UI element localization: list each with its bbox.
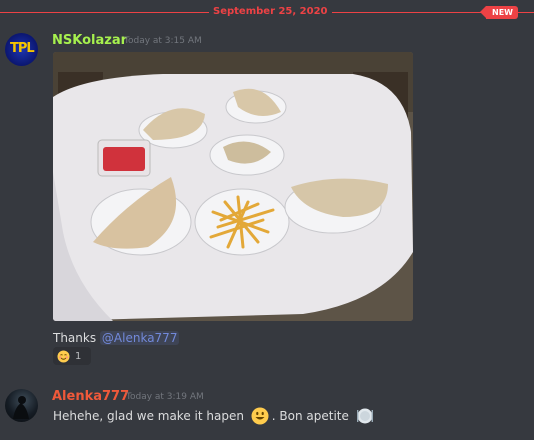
- message-text: Hehehe, glad we make it hapen . Bon apet…: [53, 407, 377, 425]
- avatar-image: [13, 396, 29, 419]
- message-text-prefix: Thanks: [53, 331, 100, 345]
- reaction-button[interactable]: 1: [53, 347, 91, 365]
- message-timestamp: Today at 3:15 AM: [124, 36, 202, 46]
- message-username[interactable]: Alenka777: [52, 389, 129, 404]
- avatar[interactable]: TPL: [5, 33, 38, 66]
- date-divider-label: September 25, 2020: [209, 5, 332, 19]
- new-messages-badge[interactable]: NEW: [480, 6, 518, 19]
- message-timestamp: Today at 3:19 AM: [126, 392, 204, 402]
- message-text-part: Hehehe, glad we make it hapen: [53, 409, 248, 423]
- avatar[interactable]: [5, 389, 38, 422]
- message-text-part: . Bon apetite: [271, 409, 353, 423]
- reaction-count: 1: [75, 350, 82, 362]
- fork-knife-plate-emoji-icon: [356, 408, 373, 424]
- user-mention[interactable]: @Alenka777: [99, 331, 180, 345]
- message-text: Thanks @Alenka777: [53, 331, 180, 345]
- avatar-logo: TPL: [10, 41, 35, 56]
- blush-emoji-icon: [57, 350, 70, 362]
- message-image-attachment[interactable]: [53, 52, 413, 321]
- food-photo: [53, 52, 413, 321]
- smiley-emoji-icon: [251, 407, 269, 425]
- message-username[interactable]: NSKolazar: [52, 33, 127, 48]
